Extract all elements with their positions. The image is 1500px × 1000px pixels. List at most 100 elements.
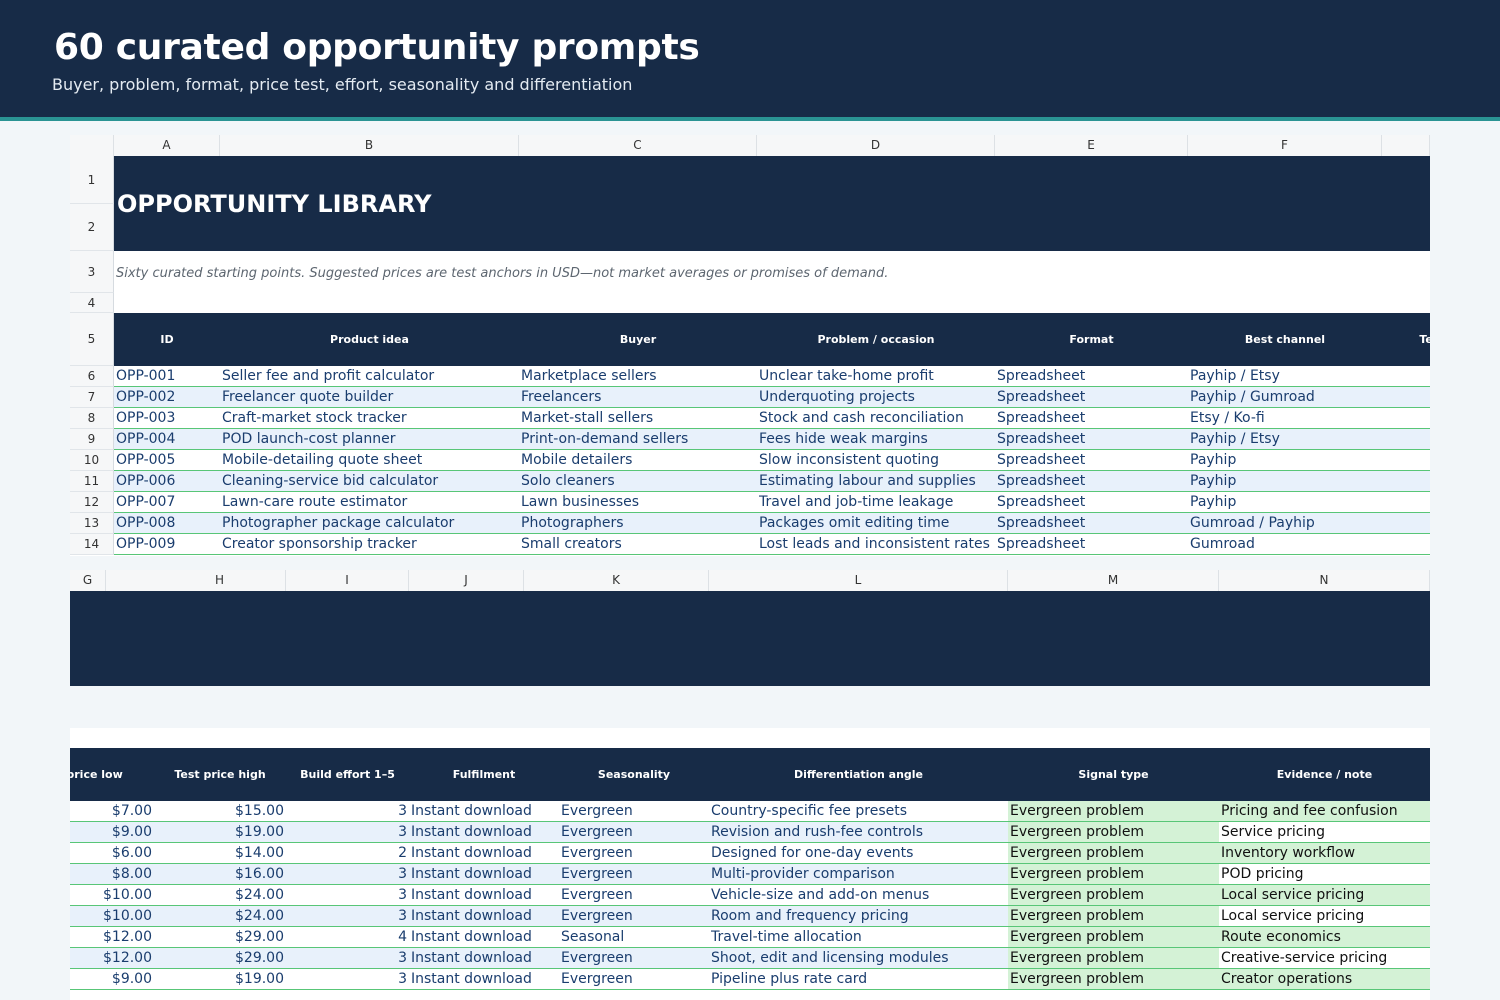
table-cell[interactable]: Spreadsheet [997, 387, 1188, 408]
table-cell[interactable]: 3 [286, 906, 407, 927]
table-cell[interactable]: $15.00 [154, 801, 284, 822]
table-cell[interactable]: Spreadsheet [997, 534, 1188, 555]
table-cell[interactable]: Creative-service pricing [1221, 948, 1428, 969]
table-cell[interactable]: Pricing and fee confusion [1221, 801, 1428, 822]
table-cell[interactable]: $16.00 [154, 864, 284, 885]
table-cell[interactable]: Payhip [1190, 450, 1380, 471]
table-cell[interactable]: Spreadsheet [997, 429, 1188, 450]
table-cell[interactable]: 3 [286, 969, 407, 990]
column-header-k[interactable]: K [524, 570, 709, 591]
table-cell[interactable]: Travel-time allocation [711, 927, 1006, 948]
table-cell[interactable]: Payhip [1190, 492, 1380, 513]
table-cell[interactable]: Freelancer quote builder [222, 387, 519, 408]
table-cell[interactable]: Mobile-detailing quote sheet [222, 450, 519, 471]
table-cell[interactable]: Evergreen problem [1010, 822, 1217, 843]
column-header-a[interactable]: A [114, 135, 220, 156]
column-header-l[interactable]: L [709, 570, 1008, 591]
table-cell[interactable]: Spreadsheet [997, 513, 1188, 534]
table-cell[interactable]: Payhip / Etsy [1190, 429, 1380, 450]
column-header-m[interactable]: M [1008, 570, 1219, 591]
table-cell[interactable]: OPP-002 [116, 387, 220, 408]
table-cell[interactable]: $29.00 [154, 948, 284, 969]
spreadsheet-top[interactable]: ABCDEF 1 2 3 4 5 6 7 8 9 10 11 12 13 14 OPPORTUNITY L… [70, 135, 1430, 556]
table-cell[interactable]: $24.00 [154, 906, 284, 927]
table-cell[interactable]: Local service pricing [1221, 885, 1428, 906]
table-cell[interactable]: Stock and cash reconciliation [759, 408, 995, 429]
row-header-10[interactable]: 10 [70, 450, 114, 471]
table-cell[interactable]: Packages omit editing time [759, 513, 995, 534]
table-cell[interactable]: $6.00 [70, 843, 152, 864]
row-header-1[interactable]: 1 [70, 156, 114, 204]
table-cell[interactable]: Gumroad [1190, 534, 1380, 555]
table-cell[interactable]: Evergreen problem [1010, 927, 1217, 948]
table-cell[interactable]: Photographers [521, 513, 757, 534]
row-header-13[interactable]: 13 [70, 513, 114, 534]
table-cell[interactable]: OPP-001 [116, 366, 220, 387]
column-header-e[interactable]: E [995, 135, 1188, 156]
table-cell[interactable]: Spreadsheet [997, 366, 1188, 387]
table-cell[interactable]: Payhip / Etsy [1190, 366, 1380, 387]
row-header-2[interactable]: 2 [70, 204, 114, 251]
row-header-5[interactable]: 5 [70, 313, 114, 366]
table-cell[interactable]: Creator operations [1221, 969, 1428, 990]
table-cell[interactable]: Underquoting projects [759, 387, 995, 408]
table-cell[interactable]: Local service pricing [1221, 906, 1428, 927]
table-cell[interactable]: $29.00 [154, 927, 284, 948]
table-cell[interactable]: Instant download [411, 843, 557, 864]
table-cell[interactable]: Creator sponsorship tracker [222, 534, 519, 555]
table-cell[interactable]: Travel and job-time leakage [759, 492, 995, 513]
table-cell[interactable]: Revision and rush-fee controls [711, 822, 1006, 843]
table-cell[interactable]: Evergreen [561, 864, 707, 885]
table-cell[interactable]: Instant download [411, 822, 557, 843]
table-cell[interactable]: Print-on-demand sellers [521, 429, 757, 450]
table-cell[interactable]: 4 [286, 927, 407, 948]
table-cell[interactable]: 3 [286, 822, 407, 843]
table-cell[interactable]: Inventory workflow [1221, 843, 1428, 864]
table-cell[interactable]: OPP-005 [116, 450, 220, 471]
table-cell[interactable]: Payhip [1190, 471, 1380, 492]
table-cell[interactable]: Room and frequency pricing [711, 906, 1006, 927]
table-cell[interactable]: Instant download [411, 906, 557, 927]
table-cell[interactable]: Spreadsheet [997, 492, 1188, 513]
table-cell[interactable]: Evergreen problem [1010, 969, 1217, 990]
corner-cell[interactable] [70, 135, 114, 156]
table-cell[interactable]: Evergreen problem [1010, 906, 1217, 927]
table-cell[interactable]: Evergreen [561, 822, 707, 843]
table-cell[interactable]: Evergreen problem [1010, 948, 1217, 969]
column-header-h[interactable]: H [154, 570, 286, 591]
table-cell[interactable]: Shoot, edit and licensing modules [711, 948, 1006, 969]
table-cell[interactable]: Solo cleaners [521, 471, 757, 492]
table-cell[interactable]: Fees hide weak margins [759, 429, 995, 450]
column-header-j[interactable]: J [409, 570, 524, 591]
table-cell[interactable]: Vehicle-size and add-on menus [711, 885, 1006, 906]
row-header-9[interactable]: 9 [70, 429, 114, 450]
table-cell[interactable]: $10.00 [70, 885, 152, 906]
table-cell[interactable]: Evergreen problem [1010, 864, 1217, 885]
table-cell[interactable]: $19.00 [154, 969, 284, 990]
column-header-g[interactable] [1382, 135, 1430, 156]
table-cell[interactable]: $7.00 [70, 801, 152, 822]
table-cell[interactable]: Instant download [411, 864, 557, 885]
table-cell[interactable]: Spreadsheet [997, 408, 1188, 429]
spreadsheet-bottom[interactable]: G HIJKLMN Test price low Test price high Bu… [70, 570, 1430, 1000]
table-cell[interactable]: POD launch-cost planner [222, 429, 519, 450]
table-cell[interactable]: Lawn-care route estimator [222, 492, 519, 513]
table-cell[interactable]: OPP-009 [116, 534, 220, 555]
row-header-4[interactable]: 4 [70, 293, 114, 313]
table-cell[interactable]: Cleaning-service bid calculator [222, 471, 519, 492]
table-cell[interactable]: Evergreen [561, 801, 707, 822]
table-cell[interactable]: 3 [286, 801, 407, 822]
table-cell[interactable]: Photographer package calculator [222, 513, 519, 534]
table-cell[interactable]: Multi-provider comparison [711, 864, 1006, 885]
table-cell[interactable]: OPP-007 [116, 492, 220, 513]
table-cell[interactable]: $10.00 [70, 906, 152, 927]
table-cell[interactable]: Instant download [411, 885, 557, 906]
table-cell[interactable]: Evergreen [561, 906, 707, 927]
table-cell[interactable]: Unclear take-home profit [759, 366, 995, 387]
row-header-3[interactable]: 3 [70, 251, 114, 293]
table-cell[interactable]: OPP-008 [116, 513, 220, 534]
table-cell[interactable]: Estimating labour and supplies [759, 471, 995, 492]
table-cell[interactable]: Gumroad / Payhip [1190, 513, 1380, 534]
table-cell[interactable]: $9.00 [70, 969, 152, 990]
table-cell[interactable]: Instant download [411, 948, 557, 969]
